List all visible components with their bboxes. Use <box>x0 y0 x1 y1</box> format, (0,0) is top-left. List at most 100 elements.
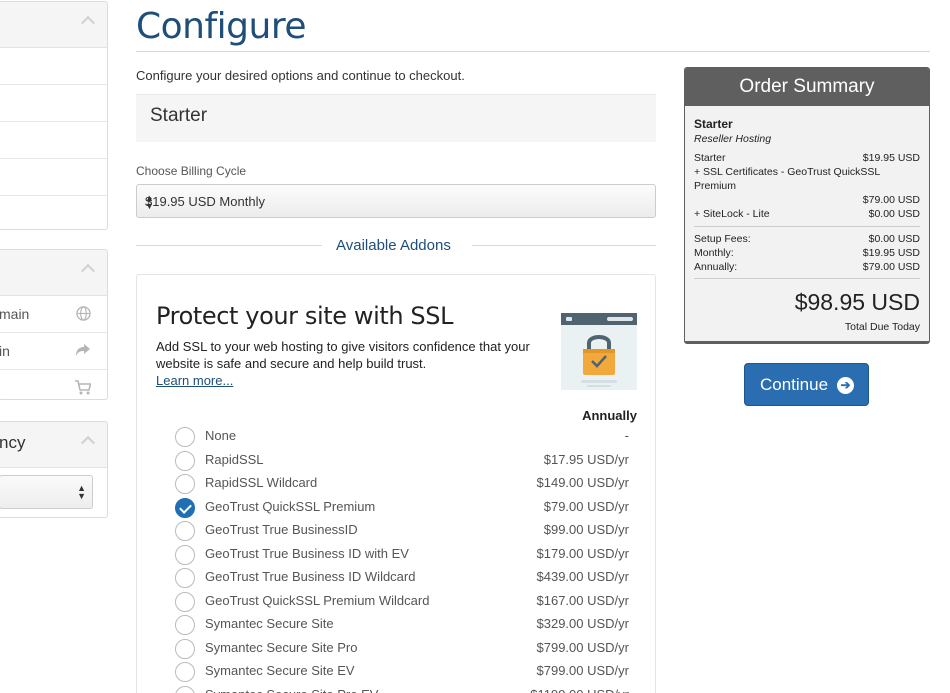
ssl-lock-icon <box>561 313 637 390</box>
radio-button[interactable] <box>175 544 195 565</box>
ssl-option[interactable]: Symantec Secure Site Pro EV $1199.00 USD/… <box>175 684 629 693</box>
ssl-option[interactable]: GeoTrust True BusinessID $99.00 USD/yr <box>175 519 629 543</box>
ssl-option-name: RapidSSL <box>205 451 264 467</box>
radio-button[interactable] <box>175 591 195 612</box>
ssl-option-name: Symantec Secure Site <box>205 616 334 631</box>
summary-line-label: Starter <box>694 152 726 164</box>
sidebar-item-transfer[interactable]: in <box>0 333 107 370</box>
select-arrows-icon: ▲ ▼ <box>145 193 154 211</box>
sidebar-panel-title: ncy <box>0 433 26 452</box>
summary-line-sitelock: + SiteLock - Lite $0.00 USD <box>694 207 920 221</box>
sidebar-item-label: main <box>0 306 30 322</box>
ssl-option[interactable]: None - <box>175 425 629 449</box>
summary-line-product: Starter $19.95 USD <box>694 151 920 165</box>
sidebar-item-cart[interactable] <box>0 370 107 399</box>
summary-value: $0.00 USD <box>868 233 920 245</box>
share-icon <box>75 343 91 359</box>
ssl-option-name: GeoTrust True BusinessID <box>205 522 358 537</box>
continue-label: Continue <box>760 375 829 394</box>
intro-text: Configure your desired options and conti… <box>136 68 465 83</box>
chevron-up-icon[interactable] <box>80 435 96 451</box>
ssl-option-name: Symantec Secure Site Pro EV <box>205 687 378 693</box>
ssl-option-price: $79.00 USD/yr <box>543 498 629 514</box>
page-title: Configure <box>136 6 306 47</box>
ssl-option-price: $149.00 USD/yr <box>536 475 630 490</box>
ssl-option-price: $1199.00 USD/yr <box>530 687 629 693</box>
ssl-option[interactable]: GeoTrust True Business ID with EV $179.00… <box>175 543 629 567</box>
summary-line-price: $79.00 USD <box>862 194 920 206</box>
select-arrows-icon: ▲ ▼ <box>77 483 86 501</box>
billing-cycle-label: Choose Billing Cycle <box>136 164 247 178</box>
learn-more-link[interactable]: Learn more... <box>156 373 233 388</box>
sidebar-item[interactable] <box>0 85 107 122</box>
ssl-option[interactable]: RapidSSL Wildcard $149.00 USD/yr <box>175 472 629 496</box>
product-name-box: Starter <box>136 94 656 142</box>
sidebar-item[interactable] <box>0 122 107 159</box>
ssl-option-price: $167.00 USD/yr <box>536 592 630 608</box>
ssl-option-price: $329.00 USD/yr <box>536 616 630 631</box>
sidebar-item[interactable] <box>0 48 107 85</box>
ssl-option[interactable]: RapidSSL $17.95 USD/yr <box>175 449 629 473</box>
radio-button[interactable] <box>175 450 195 471</box>
sidebar-item[interactable] <box>0 159 107 196</box>
summary-line-price: $0.00 USD <box>868 208 920 220</box>
ssl-option-name: GeoTrust True Business ID with EV <box>205 545 409 561</box>
radio-button[interactable] <box>175 685 195 693</box>
sidebar-panel-header[interactable] <box>0 2 107 48</box>
summary-label: Monthly: <box>694 247 734 259</box>
continue-button[interactable]: Continue ➔ <box>744 363 869 406</box>
radio-button[interactable] <box>175 662 195 682</box>
radio-button[interactable] <box>175 474 195 494</box>
summary-monthly: Monthly: $19.95 USD <box>694 246 920 260</box>
chevron-up-icon[interactable] <box>80 15 96 31</box>
sidebar-panel-header[interactable]: ncy <box>0 422 107 468</box>
ssl-description: Add SSL to your web hosting to give visi… <box>156 339 530 371</box>
summary-setup-fees: Setup Fees: $0.00 USD <box>694 232 920 246</box>
sidebar-panel-header[interactable] <box>0 250 107 296</box>
annually-header: Annually <box>582 408 637 423</box>
ssl-option[interactable]: Symantec Secure Site EV $799.00 USD/yr <box>175 660 629 684</box>
ssl-option[interactable]: GeoTrust QuickSSL Premium Wildcard $167.0… <box>175 590 629 614</box>
ssl-heading: Protect your site with SSL <box>156 302 454 330</box>
ssl-option-name: Symantec Secure Site Pro <box>205 639 358 655</box>
radio-button[interactable] <box>175 638 195 659</box>
billing-cycle-select[interactable]: $19.95 USD Monthly ▲ ▼ <box>136 184 656 218</box>
summary-line-ssl-label: + SSL Certificates - GeoTrust QuickSSL P… <box>694 166 880 192</box>
summary-product-group: Reseller Hosting <box>694 133 772 145</box>
radio-button[interactable] <box>175 615 195 635</box>
summary-annually: Annually: $79.00 USD <box>694 260 920 274</box>
ssl-option-name: GeoTrust QuickSSL Premium <box>205 498 376 514</box>
addons-heading: Available Addons <box>336 237 451 254</box>
total-due-caption: Total Due Today <box>844 321 920 333</box>
currency-select[interactable]: ▲ ▼ <box>0 475 93 509</box>
summary-value: $19.95 USD <box>862 247 920 259</box>
ssl-option[interactable]: Symantec Secure Site $329.00 USD/yr <box>175 613 629 637</box>
arrow-right-circle-icon: ➔ <box>837 377 854 394</box>
ssl-option-price: - <box>624 428 629 443</box>
radio-button[interactable] <box>175 521 195 541</box>
ssl-addon-panel: Protect your site with SSL Add SSL to yo… <box>136 274 656 693</box>
order-summary-title: Order Summary <box>685 68 929 106</box>
radio-button[interactable] <box>175 568 195 588</box>
summary-product: Starter <box>694 117 733 131</box>
sidebar-panel-actions: main in <box>0 249 108 400</box>
radio-checked[interactable] <box>175 497 195 518</box>
ssl-option-name: None <box>205 428 237 443</box>
sidebar-item[interactable] <box>0 196 107 229</box>
ssl-option-name: GeoTrust True Business ID Wildcard <box>205 569 416 584</box>
sidebar-item-domain[interactable]: main <box>0 296 107 333</box>
chevron-up-icon[interactable] <box>80 263 96 279</box>
divider <box>472 245 656 246</box>
divider <box>136 245 322 246</box>
product-name: Starter <box>150 105 208 126</box>
summary-line-price: $19.95 USD <box>862 152 920 164</box>
ssl-option[interactable]: GeoTrust QuickSSL Premium $79.00 USD/yr <box>175 496 629 520</box>
cart-icon <box>75 380 92 396</box>
ssl-option[interactable]: Symantec Secure Site Pro $799.00 USD/yr <box>175 637 629 661</box>
title-divider <box>136 51 930 52</box>
summary-value: $79.00 USD <box>862 261 920 273</box>
ssl-option[interactable]: GeoTrust True Business ID Wildcard $439.0… <box>175 566 629 590</box>
summary-label: Setup Fees: <box>694 233 751 245</box>
radio-button[interactable] <box>175 427 195 447</box>
order-summary: Order Summary Starter Reseller Hosting S… <box>684 67 930 344</box>
